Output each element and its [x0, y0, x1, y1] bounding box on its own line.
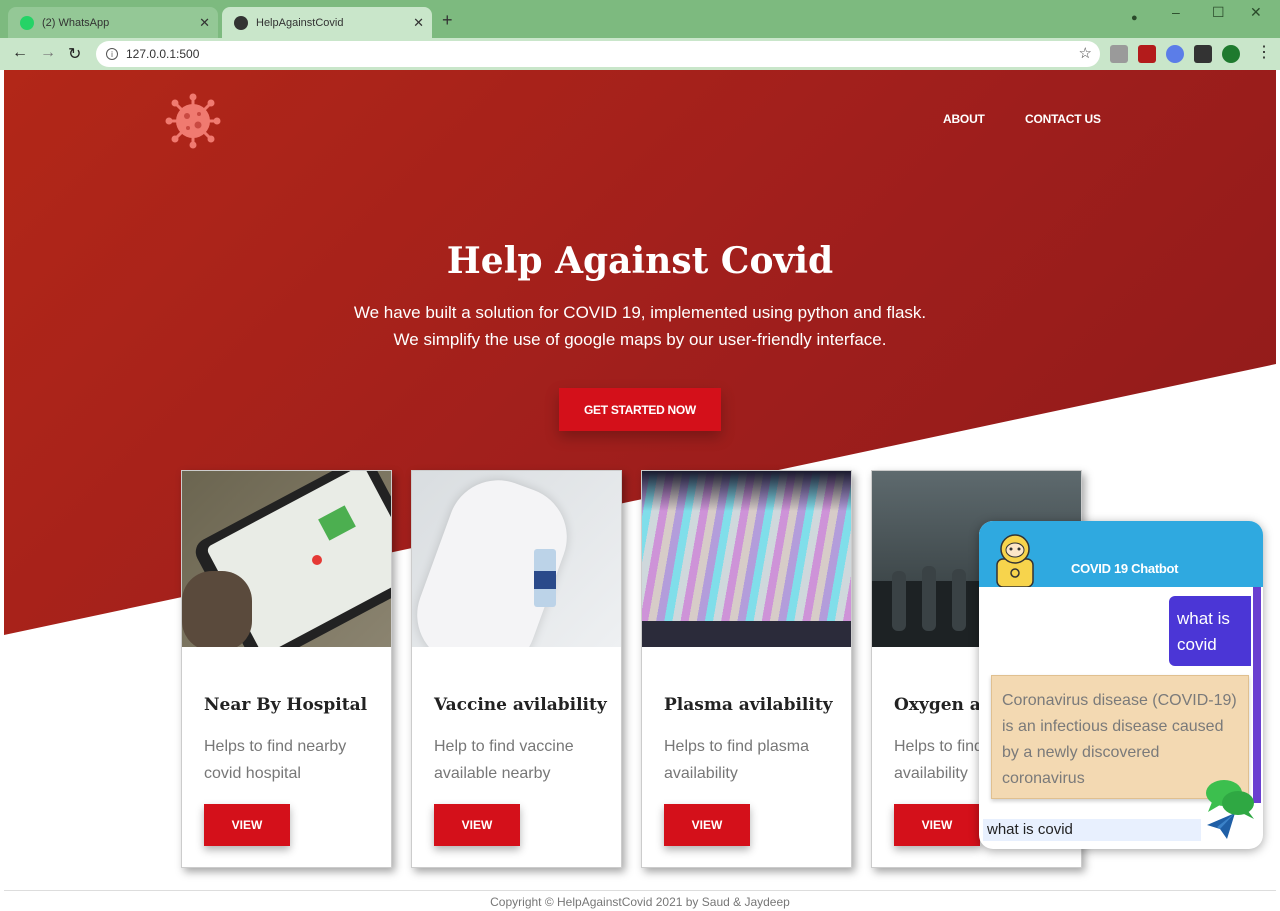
- tab-label: (2) WhatsApp: [42, 16, 110, 29]
- hazmat-avatar-icon: [996, 534, 1034, 587]
- tab-whatsapp[interactable]: (2) WhatsApp ✕: [8, 7, 218, 38]
- chat-bubbles-icon[interactable]: [1204, 776, 1256, 820]
- view-button[interactable]: VIEW: [204, 804, 290, 846]
- view-button[interactable]: VIEW: [434, 804, 520, 846]
- virus-logo-icon[interactable]: [164, 92, 222, 150]
- ublock-icon[interactable]: [1138, 45, 1156, 63]
- card-plasma-availability: Plasma avilability Helps to find plasma …: [641, 470, 852, 868]
- forward-icon[interactable]: →: [40, 44, 56, 62]
- card-description: Help to find vaccine available nearby: [434, 738, 574, 782]
- chatbot-header: COVID 19 Chatbot: [979, 521, 1263, 587]
- nav-about[interactable]: ABOUT: [943, 112, 985, 126]
- url-text: 127.0.0.1:500: [126, 47, 200, 61]
- whatsapp-icon: [20, 15, 34, 30]
- profile-dropdown-icon[interactable]: ●: [1131, 12, 1138, 24]
- card-title: Near By Hospital: [204, 695, 368, 715]
- new-tab-icon[interactable]: +: [442, 10, 453, 31]
- close-window-icon[interactable]: ✕: [1250, 4, 1262, 21]
- nav-contact-us[interactable]: CONTACT US: [1025, 112, 1101, 126]
- card-title: Vaccine avilability: [434, 695, 607, 715]
- close-tab-icon[interactable]: ✕: [413, 15, 424, 31]
- footer: Copyright © HelpAgainstCovid 2021 by Sau…: [4, 890, 1276, 909]
- browser-chrome: (2) WhatsApp ✕ HelpAgainstCovid ✕ + ● – …: [0, 0, 1280, 70]
- view-button[interactable]: VIEW: [894, 804, 980, 846]
- chat-input[interactable]: [983, 819, 1201, 841]
- globe-icon: [234, 15, 248, 30]
- puzzle-icon[interactable]: [1194, 45, 1212, 63]
- minimize-icon[interactable]: –: [1172, 4, 1180, 20]
- tab-label: HelpAgainstCovid: [256, 16, 344, 29]
- profile-avatar-icon[interactable]: [1222, 45, 1240, 63]
- chat-scrollbar[interactable]: [1253, 587, 1261, 803]
- card-near-by-hospital: Near By Hospital Helps to find nearby co…: [181, 470, 392, 868]
- vaccine-vial-image: [412, 471, 621, 647]
- test-tubes-image: [642, 471, 851, 647]
- gear-extension-icon[interactable]: [1166, 45, 1184, 63]
- tab-helpagainstcovid[interactable]: HelpAgainstCovid ✕: [222, 7, 432, 38]
- card-vaccine-availability: Vaccine avilability Help to find vaccine…: [411, 470, 622, 868]
- phone-map-image: [182, 471, 391, 647]
- extension-icon[interactable]: [1110, 45, 1128, 63]
- info-icon[interactable]: i: [106, 48, 118, 60]
- card-title: Plasma avilability: [664, 695, 833, 715]
- hero-subtitle-line2: We simplify the use of google maps by ou…: [393, 330, 887, 349]
- kebab-menu-icon[interactable]: ⋮: [1256, 42, 1272, 62]
- hero-subtitle-line1: We have built a solution for COVID 19, i…: [353, 303, 927, 322]
- maximize-icon[interactable]: ☐: [1212, 4, 1225, 21]
- toolbar: ← → ↻ i 127.0.0.1:500 ☆ ⋮: [0, 38, 1280, 70]
- hero-title: Help Against Covid: [446, 240, 834, 282]
- address-bar[interactable]: i 127.0.0.1:500 ☆: [96, 41, 1100, 67]
- view-button[interactable]: VIEW: [664, 804, 750, 846]
- card-description: Helps to find plasma availability: [664, 738, 809, 782]
- card-description: Helps to find nearby covid hospital: [204, 738, 347, 782]
- get-started-button[interactable]: GET STARTED NOW: [559, 388, 721, 431]
- chatbot-title: COVID 19 Chatbot: [1071, 561, 1179, 576]
- close-tab-icon[interactable]: ✕: [199, 15, 210, 31]
- bookmark-star-icon[interactable]: ☆: [1079, 44, 1092, 62]
- reload-icon[interactable]: ↻: [68, 44, 81, 64]
- user-message-bubble: what is covid: [1169, 596, 1251, 666]
- back-icon[interactable]: ←: [12, 44, 28, 62]
